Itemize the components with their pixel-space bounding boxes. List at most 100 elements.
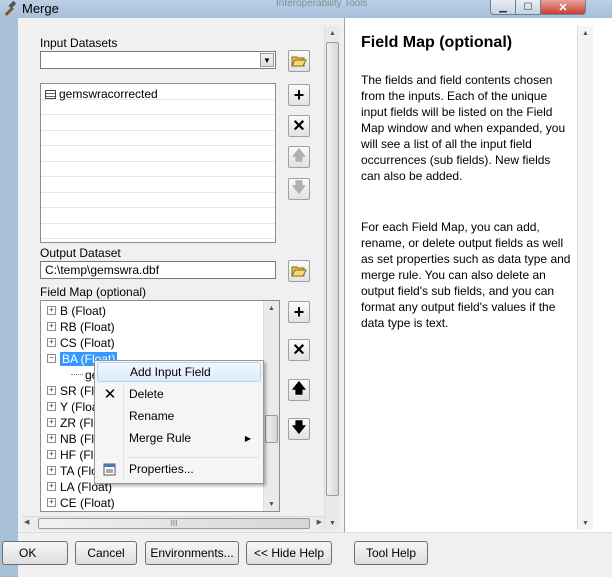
- tree-item[interactable]: + ZR (Flo: [47, 415, 100, 430]
- list-item-label: gemswracorrected: [59, 87, 158, 101]
- menu-item-add-input-field[interactable]: Add Input Field: [97, 362, 261, 382]
- expand-icon[interactable]: +: [47, 306, 56, 315]
- tree-item[interactable]: + Y (Floa: [47, 399, 98, 414]
- menu-item-properties[interactable]: Properties...: [97, 459, 261, 479]
- x-icon: ✕: [292, 118, 306, 135]
- window-frame-edge: [0, 18, 18, 576]
- scroll-up-icon[interactable]: ▲: [578, 26, 593, 40]
- menu-item-rename[interactable]: Rename: [97, 406, 261, 426]
- environments-button[interactable]: Environments...: [145, 541, 239, 565]
- help-title: Field Map (optional): [361, 34, 513, 51]
- scroll-up-icon[interactable]: ▲: [264, 301, 279, 315]
- title-bar: Merge Interoperability Tools ▁ ☐ ✕: [0, 0, 612, 18]
- properties-icon: [101, 460, 119, 478]
- window-title: Merge: [22, 1, 59, 16]
- expand-icon[interactable]: +: [47, 338, 56, 347]
- hscroll-thumb[interactable]: III: [38, 518, 310, 529]
- scroll-left-icon[interactable]: ◀: [24, 518, 29, 526]
- field-map-scrollbar[interactable]: ▲ ▼: [263, 301, 279, 511]
- scroll-up-icon[interactable]: ▲: [325, 26, 340, 40]
- menu-item-label: Add Input Field: [130, 365, 211, 379]
- expand-icon[interactable]: +: [47, 450, 56, 459]
- move-down-button[interactable]: 🡇: [288, 178, 310, 200]
- field-up-button[interactable]: 🡅: [288, 379, 310, 401]
- close-button[interactable]: ✕: [541, 0, 586, 15]
- expand-icon[interactable]: +: [47, 418, 56, 427]
- remove-input-button[interactable]: ✕: [288, 115, 310, 137]
- delete-field-button[interactable]: ✕: [288, 339, 310, 361]
- x-icon: ✕: [292, 342, 306, 359]
- cancel-button[interactable]: Cancel: [75, 541, 137, 565]
- tree-item[interactable]: + SR (Flo: [47, 383, 101, 398]
- field-map-label: Field Map (optional): [40, 285, 147, 299]
- tree-item-label: B (Float): [60, 303, 107, 318]
- input-datasets-list[interactable]: gemswracorrected: [40, 83, 276, 243]
- input-datasets-label: Input Datasets: [40, 36, 118, 50]
- add-field-button[interactable]: +: [288, 301, 310, 323]
- tree-item-label: RB (Float): [60, 319, 115, 334]
- arrow-up-icon: 🡅: [291, 147, 307, 163]
- window-controls: ▁ ☐ ✕: [490, 0, 586, 15]
- maximize-icon: ☐: [523, 1, 533, 13]
- open-folder-icon: [291, 56, 307, 67]
- scroll-down-icon[interactable]: ▼: [264, 497, 279, 511]
- expand-icon[interactable]: +: [47, 482, 56, 491]
- minimize-button[interactable]: ▁: [490, 0, 516, 15]
- hide-help-button[interactable]: << Hide Help: [246, 541, 332, 565]
- browse-output-button[interactable]: [288, 260, 310, 282]
- menu-item-delete[interactable]: ✕ Delete: [97, 384, 261, 404]
- input-datasets-combo[interactable]: ▼: [40, 51, 276, 69]
- scroll-thumb[interactable]: [265, 415, 278, 443]
- tree-item-label: CS (Float): [60, 335, 115, 350]
- expand-icon[interactable]: +: [47, 322, 56, 331]
- horizontal-scrollbar[interactable]: ◀ III ▶: [22, 516, 324, 530]
- tree-item-label: TA (Flo: [60, 463, 98, 478]
- tree-item[interactable]: + CS (Float): [47, 335, 115, 350]
- browse-input-button[interactable]: [288, 50, 310, 72]
- maximize-button[interactable]: ☐: [516, 0, 541, 15]
- submenu-arrow-icon: ▶: [244, 433, 251, 443]
- menu-item-label: Properties...: [129, 462, 194, 476]
- move-up-button[interactable]: 🡅: [288, 146, 310, 168]
- expand-icon[interactable]: +: [47, 466, 56, 475]
- ok-button[interactable]: OK: [2, 541, 68, 565]
- help-scrollbar[interactable]: ▲ ▼: [577, 26, 593, 530]
- scroll-grip: III: [170, 519, 178, 528]
- dropdown-arrow-icon[interactable]: ▼: [260, 53, 274, 67]
- arrow-up-icon: 🡅: [291, 380, 307, 396]
- output-dataset-label: Output Dataset: [40, 246, 121, 260]
- list-item[interactable]: gemswracorrected: [45, 87, 158, 101]
- minimize-icon: ▁: [499, 1, 507, 13]
- scroll-down-icon[interactable]: ▼: [578, 516, 593, 530]
- tree-item[interactable]: + B (Float): [47, 303, 106, 318]
- context-menu: Add Input Field ✕ Delete Rename Merge Ru…: [94, 360, 264, 484]
- collapse-icon[interactable]: −: [47, 354, 56, 363]
- tree-item-label: CE (Float): [60, 495, 115, 510]
- scroll-right-icon[interactable]: ▶: [317, 518, 322, 526]
- parameters-scrollbar[interactable]: ▲ ▼: [324, 26, 340, 530]
- plus-icon: +: [293, 301, 305, 322]
- tree-item[interactable]: + NB (Flo: [47, 431, 101, 446]
- field-down-button[interactable]: 🡇: [288, 418, 310, 440]
- scroll-thumb[interactable]: [326, 42, 339, 496]
- tree-item-label: Y (Floa: [60, 399, 99, 414]
- help-paragraph: For each Field Map, you can add, rename,…: [361, 220, 571, 330]
- scroll-down-icon[interactable]: ▼: [325, 516, 340, 530]
- arrow-down-icon: 🡇: [291, 179, 307, 195]
- expand-icon[interactable]: +: [47, 386, 56, 395]
- arrow-down-icon: 🡇: [291, 419, 307, 435]
- table-icon: [45, 89, 56, 99]
- expand-icon[interactable]: +: [47, 434, 56, 443]
- add-input-button[interactable]: +: [288, 84, 310, 106]
- tree-item[interactable]: + CE (Float): [47, 495, 115, 510]
- expand-icon[interactable]: +: [47, 498, 56, 507]
- menu-item-merge-rule[interactable]: Merge Rule ▶: [97, 428, 261, 448]
- tree-item[interactable]: + TA (Flo: [47, 463, 98, 478]
- plus-icon: +: [293, 84, 305, 105]
- tree-item[interactable]: + HF (Flo: [47, 447, 100, 462]
- output-dataset-field[interactable]: C:\temp\gemswra.dbf: [40, 261, 276, 279]
- tool-help-button[interactable]: Tool Help: [354, 541, 428, 565]
- expand-icon[interactable]: +: [47, 402, 56, 411]
- tree-item[interactable]: + RB (Float): [47, 319, 115, 334]
- background-window-title: Interoperability Tools: [276, 0, 368, 9]
